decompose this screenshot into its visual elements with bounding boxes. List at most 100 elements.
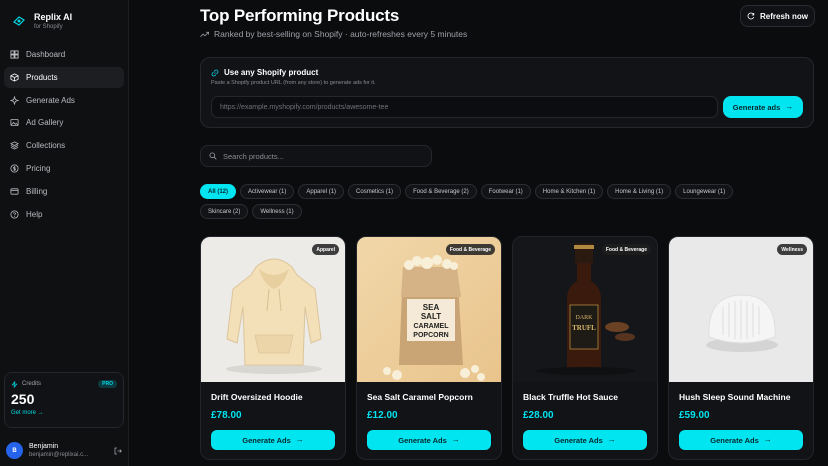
sidebar-item-label: Billing	[26, 186, 48, 196]
filter-chip-wellness[interactable]: Wellness (1)	[252, 204, 302, 219]
filter-chip-home-kitchen[interactable]: Home & Kitchen (1)	[534, 184, 604, 199]
generate-ads-button[interactable]: Generate Ads →	[211, 430, 335, 450]
refresh-button[interactable]: Refresh now	[740, 5, 815, 27]
bag-text-line: CARAMEL	[414, 323, 450, 330]
arrow-right-icon: →	[607, 435, 616, 444]
search-placeholder: Search products...	[223, 151, 284, 161]
product-card[interactable]: SEA SALT CARAMEL POPCORN Food & Beverage…	[356, 236, 502, 460]
filter-chip-loungewear[interactable]: Loungewear (1)	[675, 184, 734, 199]
generate-ads-button[interactable]: Generate Ads →	[523, 430, 647, 450]
page-subtitle: Ranked by best-selling on Shopify · auto…	[200, 29, 467, 39]
image-icon	[10, 119, 19, 127]
lightning-icon	[11, 380, 18, 388]
filter-chip-food-beverage[interactable]: Food & Beverage (2)	[405, 184, 477, 199]
bag-text-line: POPCORN	[413, 332, 448, 339]
bottle-label-line: TRUFL	[572, 324, 596, 332]
brand[interactable]: Replix AI for Shopify	[12, 12, 72, 31]
sidebar: Replix AI for Shopify Dashboard Products…	[0, 0, 129, 466]
plan-badge: PRO	[98, 380, 117, 388]
generate-ads-button[interactable]: Generate Ads →	[679, 430, 803, 450]
generate-ads-label: Generate ads	[732, 102, 781, 112]
filter-chip-home-living[interactable]: Home & Living (1)	[607, 184, 672, 199]
search-icon	[209, 152, 217, 160]
filter-chip-apparel[interactable]: Apparel (1)	[298, 184, 345, 199]
sidebar-item-products[interactable]: Products	[4, 66, 124, 88]
refresh-label: Refresh now	[759, 11, 808, 21]
filter-chip-cosmetics[interactable]: Cosmetics (1)	[348, 184, 402, 199]
grid-icon	[10, 50, 19, 59]
category-badge: Apparel	[312, 244, 339, 255]
logout-icon[interactable]	[114, 447, 122, 455]
sidebar-item-label: Generate Ads	[26, 95, 75, 105]
dollar-icon	[10, 164, 19, 173]
arrow-right-icon: →	[785, 102, 794, 111]
sidebar-item-label: Ad Gallery	[26, 118, 64, 128]
product-url-input[interactable]: https://example.myshopify.com/products/a…	[211, 96, 718, 118]
product-name: Sea Salt Caramel Popcorn	[367, 392, 473, 402]
hot-sauce-bottle-image: DARK TRUFL	[536, 243, 636, 375]
generate-ads-button[interactable]: Generate ads →	[723, 96, 803, 118]
sidebar-item-label: Products	[26, 72, 58, 82]
product-card[interactable]: Apparel Drift Oversized Hoodie £78.00 Ge…	[200, 236, 346, 460]
generate-ads-button[interactable]: Generate Ads →	[367, 430, 491, 450]
url-card-title: Use any Shopify product	[224, 68, 319, 77]
hoodie-image	[226, 258, 322, 374]
sound-machine-image	[706, 294, 778, 352]
bag-text-line: SEA	[423, 303, 440, 312]
user-email: benjamin@replixai.c...	[29, 452, 89, 458]
sidebar-item-ad-gallery[interactable]: Ad Gallery	[4, 112, 124, 133]
product-image	[669, 237, 813, 382]
category-badge: Food & Beverage	[445, 244, 495, 255]
layers-icon	[10, 141, 19, 150]
product-price: £28.00	[523, 410, 554, 421]
help-icon	[10, 210, 19, 219]
refresh-icon	[747, 12, 755, 20]
sidebar-item-label: Help	[26, 209, 43, 219]
filter-chip-skincare[interactable]: Skincare (2)	[200, 204, 249, 219]
link-icon	[211, 69, 219, 76]
logo-icon	[13, 16, 25, 26]
credits-label: Credits	[22, 381, 42, 387]
button-label: Generate Ads	[554, 435, 603, 445]
arrow-right-icon: →	[295, 435, 304, 444]
product-price: £78.00	[211, 410, 242, 421]
button-label: Generate Ads	[242, 435, 291, 445]
sidebar-item-label: Pricing	[26, 163, 51, 173]
category-badge: Food & Beverage	[601, 244, 651, 255]
product-name: Black Truffle Hot Sauce	[523, 392, 618, 402]
sidebar-item-collections[interactable]: Collections	[4, 135, 124, 156]
filter-chip-activewear[interactable]: Activewear (1)	[240, 184, 295, 199]
product-card[interactable]: Wellness Hush Sleep Sound Machine £59.00…	[668, 236, 814, 460]
arrow-right-icon: →	[763, 435, 772, 444]
product-image: DARK TRUFL	[513, 237, 657, 382]
bottle-label-line: DARK	[575, 315, 593, 321]
box-icon	[10, 73, 19, 82]
sidebar-item-generate-ads[interactable]: Generate Ads	[4, 90, 124, 111]
search-input[interactable]: Search products...	[200, 145, 432, 167]
app-subtitle: for Shopify	[34, 24, 63, 30]
sidebar-item-help[interactable]: Help	[4, 204, 124, 225]
card-icon	[10, 188, 19, 195]
sidebar-item-dashboard[interactable]: Dashboard	[4, 44, 124, 65]
sidebar-nav: Dashboard Products Generate Ads Ad Galle…	[4, 44, 124, 226]
filter-chip-footwear[interactable]: Footwear (1)	[480, 184, 531, 199]
credits-card: Credits PRO 250 Get more →	[4, 372, 124, 428]
sidebar-item-billing[interactable]: Billing	[4, 181, 124, 202]
filter-chip-all[interactable]: All (12)	[200, 184, 237, 199]
sidebar-item-pricing[interactable]: Pricing	[4, 158, 124, 179]
category-filters: All (12) Activewear (1) Apparel (1) Cosm…	[200, 184, 820, 224]
user-profile[interactable]: B Benjamin benjamin@replixai.c...	[6, 442, 122, 459]
sidebar-item-label: Dashboard	[26, 50, 66, 59]
main-content: Top Performing Products Ranked by best-s…	[129, 0, 828, 466]
get-more-link[interactable]: Get more →	[11, 410, 117, 416]
product-card[interactable]: DARK TRUFL Food & Beverage Black Truffle…	[512, 236, 658, 460]
arrow-right-icon: →	[451, 435, 460, 444]
product-price: £12.00	[367, 410, 398, 421]
trending-up-icon	[200, 31, 209, 37]
product-price: £59.00	[679, 410, 710, 421]
product-image	[201, 237, 345, 382]
product-name: Hush Sleep Sound Machine	[679, 392, 791, 402]
avatar: B	[6, 442, 23, 459]
page-subtitle-text: Ranked by best-selling on Shopify · auto…	[214, 29, 468, 39]
credits-value: 250	[11, 391, 35, 407]
